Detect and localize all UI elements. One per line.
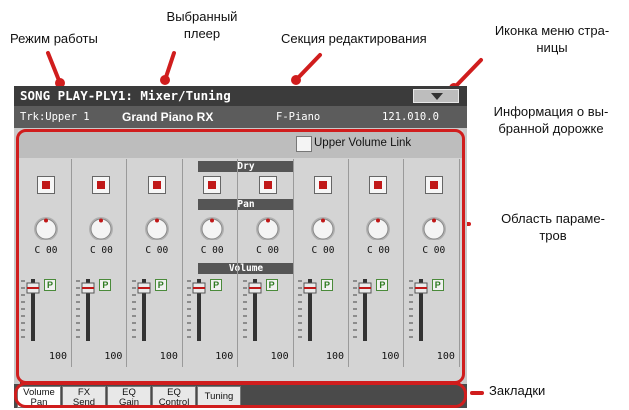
track-bank: F-Piano — [276, 111, 321, 123]
page-title-text: SONG PLAY-PLY1: Mixer/Tuning — [20, 88, 231, 103]
param-area-highlight — [16, 129, 465, 384]
page-title: SONG PLAY-PLY1: Mixer/Tuning — [14, 86, 467, 106]
song-position: 121.010.0 — [382, 111, 439, 123]
track-sound-name: Grand Piano RX — [122, 110, 214, 124]
display-screen: SONG PLAY-PLY1: Mixer/Tuning Trk:Upper 1… — [14, 86, 467, 408]
page-menu-button[interactable] — [413, 89, 459, 103]
track-label: Trk:Upper 1 — [20, 111, 90, 123]
tabs-highlight — [14, 382, 467, 408]
triangle-down-icon — [431, 93, 443, 100]
track-info-bar: Trk:Upper 1 Grand Piano RX F-Piano 121.0… — [14, 106, 467, 128]
